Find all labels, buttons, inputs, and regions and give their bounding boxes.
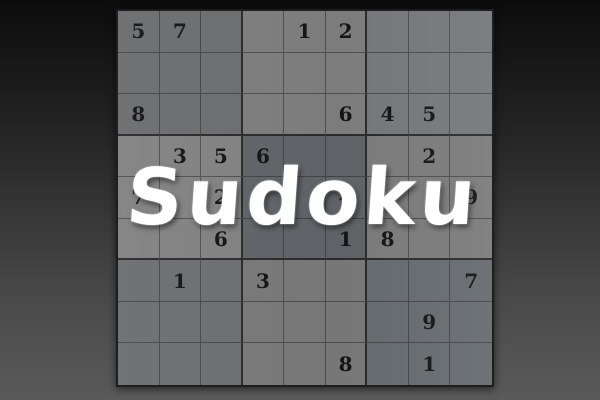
sudoku-cell-r4-c2[interactable]: 3 bbox=[159, 135, 202, 178]
sudoku-cell-r2-c7[interactable] bbox=[367, 52, 409, 95]
sudoku-cell-r2-c5[interactable] bbox=[284, 52, 326, 95]
sudoku-cell-r8-c3[interactable] bbox=[201, 301, 243, 344]
sudoku-cell-r3-c6[interactable]: 6 bbox=[325, 94, 368, 136]
sudoku-cell-r5-c1[interactable]: 7 bbox=[118, 177, 160, 219]
sudoku-cell-r6-c2[interactable] bbox=[159, 218, 202, 261]
sudoku-cell-r9-c6[interactable]: 8 bbox=[325, 343, 368, 385]
sudoku-cell-r4-c3[interactable]: 5 bbox=[201, 135, 243, 178]
sudoku-cell-r4-c8[interactable]: 2 bbox=[408, 135, 451, 178]
sudoku-cell-r6-c1[interactable] bbox=[118, 218, 160, 261]
sudoku-cell-r4-c5[interactable] bbox=[284, 135, 326, 178]
sudoku-cell-r8-c2[interactable] bbox=[159, 301, 202, 344]
sudoku-board: 5712864535627249618137981 bbox=[116, 9, 494, 387]
sudoku-cell-r3-c1[interactable]: 8 bbox=[118, 94, 160, 136]
sudoku-cell-r5-c6[interactable]: 4 bbox=[325, 177, 368, 219]
sudoku-cell-r7-c1[interactable] bbox=[118, 260, 160, 302]
sudoku-cell-r1-c7[interactable] bbox=[367, 11, 409, 53]
sudoku-cell-r6-c4[interactable] bbox=[242, 218, 285, 261]
sudoku-cell-r1-c1[interactable]: 5 bbox=[118, 11, 160, 53]
sudoku-cell-r6-c5[interactable] bbox=[284, 218, 326, 261]
sudoku-cell-r8-c5[interactable] bbox=[284, 301, 326, 344]
sudoku-cell-r9-c7[interactable] bbox=[367, 343, 409, 385]
sudoku-cell-r9-c9[interactable] bbox=[450, 343, 492, 385]
sudoku-cell-r1-c2[interactable]: 7 bbox=[159, 11, 202, 53]
sudoku-cell-r6-c3[interactable]: 6 bbox=[201, 218, 243, 261]
sudoku-cell-r5-c8[interactable] bbox=[408, 177, 451, 219]
sudoku-cell-r2-c2[interactable] bbox=[159, 52, 202, 95]
sudoku-cell-r3-c7[interactable]: 4 bbox=[367, 94, 409, 136]
sudoku-cell-r9-c2[interactable] bbox=[159, 343, 202, 385]
sudoku-cell-r4-c4[interactable]: 6 bbox=[242, 135, 285, 178]
sudoku-cell-r6-c7[interactable]: 8 bbox=[367, 218, 409, 261]
sudoku-cell-r7-c9[interactable]: 7 bbox=[450, 260, 492, 302]
sudoku-cell-r6-c9[interactable] bbox=[450, 218, 492, 261]
sudoku-cell-r7-c6[interactable] bbox=[325, 260, 368, 302]
sudoku-cell-r5-c3[interactable]: 2 bbox=[201, 177, 243, 219]
sudoku-cell-r3-c5[interactable] bbox=[284, 94, 326, 136]
sudoku-cell-r5-c4[interactable] bbox=[242, 177, 285, 219]
sudoku-cell-r7-c3[interactable] bbox=[201, 260, 243, 302]
sudoku-cell-r2-c1[interactable] bbox=[118, 52, 160, 95]
sudoku-cell-r4-c6[interactable] bbox=[325, 135, 368, 178]
sudoku-cell-r2-c4[interactable] bbox=[242, 52, 285, 95]
sudoku-cell-r3-c2[interactable] bbox=[159, 94, 202, 136]
sudoku-cell-r7-c4[interactable]: 3 bbox=[242, 260, 285, 302]
sudoku-cell-r8-c4[interactable] bbox=[242, 301, 285, 344]
sudoku-cell-r4-c1[interactable] bbox=[118, 135, 160, 178]
sudoku-cell-r1-c9[interactable] bbox=[450, 11, 492, 53]
sudoku-cell-r4-c7[interactable] bbox=[367, 135, 409, 178]
sudoku-cell-r1-c8[interactable] bbox=[408, 11, 451, 53]
sudoku-cell-r2-c6[interactable] bbox=[325, 52, 368, 95]
sudoku-cell-r8-c1[interactable] bbox=[118, 301, 160, 344]
sudoku-cell-r8-c7[interactable] bbox=[367, 301, 409, 344]
sudoku-cell-r2-c9[interactable] bbox=[450, 52, 492, 95]
sudoku-cell-r3-c9[interactable] bbox=[450, 94, 492, 136]
sudoku-cell-r2-c3[interactable] bbox=[201, 52, 243, 95]
sudoku-cell-r1-c3[interactable] bbox=[201, 11, 243, 53]
sudoku-scene: 5712864535627249618137981 Sudoku bbox=[0, 0, 600, 400]
sudoku-cell-r5-c9[interactable]: 9 bbox=[450, 177, 492, 219]
sudoku-cell-r5-c5[interactable] bbox=[284, 177, 326, 219]
sudoku-cell-r2-c8[interactable] bbox=[408, 52, 451, 95]
sudoku-cell-r3-c3[interactable] bbox=[201, 94, 243, 136]
sudoku-cell-r7-c8[interactable] bbox=[408, 260, 451, 302]
sudoku-cell-r9-c5[interactable] bbox=[284, 343, 326, 385]
sudoku-cell-r7-c2[interactable]: 1 bbox=[159, 260, 202, 302]
sudoku-cell-r8-c8[interactable]: 9 bbox=[408, 301, 451, 344]
sudoku-cell-r7-c7[interactable] bbox=[367, 260, 409, 302]
sudoku-cell-r8-c9[interactable] bbox=[450, 301, 492, 344]
sudoku-cell-r8-c6[interactable] bbox=[325, 301, 368, 344]
sudoku-cell-r6-c6[interactable]: 1 bbox=[325, 218, 368, 261]
sudoku-cell-r9-c3[interactable] bbox=[201, 343, 243, 385]
sudoku-cell-r1-c6[interactable]: 2 bbox=[325, 11, 368, 53]
sudoku-cell-r3-c4[interactable] bbox=[242, 94, 285, 136]
sudoku-cell-r9-c1[interactable] bbox=[118, 343, 160, 385]
sudoku-cell-r7-c5[interactable] bbox=[284, 260, 326, 302]
sudoku-cell-r6-c8[interactable] bbox=[408, 218, 451, 261]
sudoku-cell-r1-c5[interactable]: 1 bbox=[284, 11, 326, 53]
sudoku-cell-r5-c7[interactable] bbox=[367, 177, 409, 219]
sudoku-cell-r9-c8[interactable]: 1 bbox=[408, 343, 451, 385]
sudoku-cell-r4-c9[interactable] bbox=[450, 135, 492, 178]
sudoku-cell-r3-c8[interactable]: 5 bbox=[408, 94, 451, 136]
sudoku-cell-r9-c4[interactable] bbox=[242, 343, 285, 385]
sudoku-cell-r5-c2[interactable] bbox=[159, 177, 202, 219]
sudoku-cell-r1-c4[interactable] bbox=[242, 11, 285, 53]
